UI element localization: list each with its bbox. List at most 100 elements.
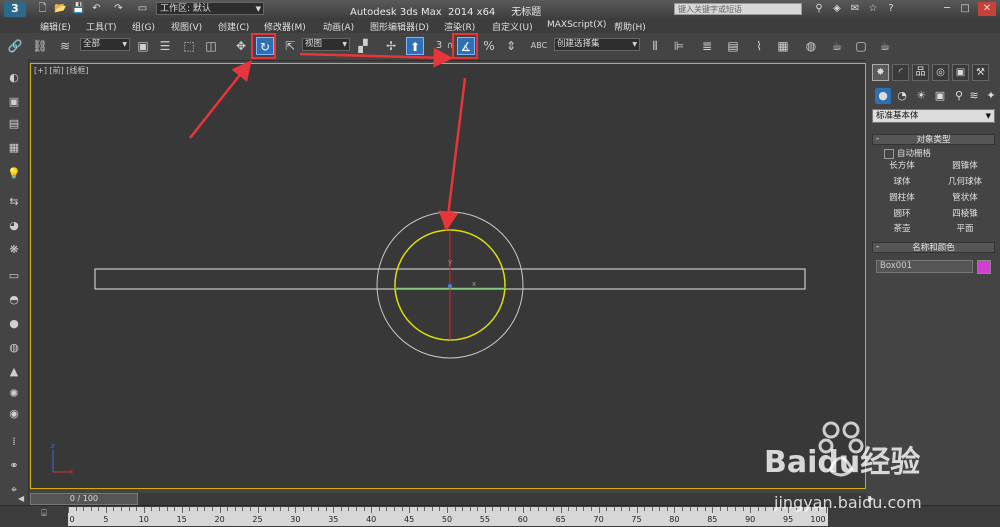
tube-button[interactable]: 管状体 <box>935 192 995 204</box>
ruler-tick <box>75 507 77 511</box>
geosphere-button[interactable]: 几何球体 <box>935 176 995 188</box>
autogrid-label: 自动栅格 <box>897 149 932 159</box>
ruler-label: 85 <box>707 515 718 524</box>
ruler-tick <box>310 507 312 511</box>
ruler-tick <box>606 507 608 511</box>
ruler-tick <box>492 507 494 511</box>
arrow-to-angle-snap <box>299 47 454 68</box>
cameras-icon[interactable]: ▣ <box>932 88 948 104</box>
ruler-label: 10 <box>138 515 149 524</box>
ruler-tick <box>424 507 426 511</box>
ruler-tick <box>500 507 502 511</box>
object-color-swatch[interactable] <box>977 260 991 274</box>
ruler-tick <box>522 507 524 513</box>
ruler-tick <box>757 507 759 511</box>
ruler-tick <box>674 507 676 513</box>
ruler-tick <box>105 507 107 513</box>
ruler-tick <box>204 507 206 511</box>
object-name-field[interactable]: Box001 <box>876 260 973 273</box>
ruler-tick <box>272 507 274 511</box>
ruler-tick <box>121 507 123 511</box>
plane-button[interactable]: 平面 <box>935 223 995 235</box>
name-and-color-rollout[interactable]: - 名称和颜色 <box>872 242 995 253</box>
ruler-tick <box>151 507 153 511</box>
ruler-label: 75 <box>631 515 642 524</box>
sphere-button[interactable]: 球体 <box>872 176 932 188</box>
ruler-tick <box>644 507 646 511</box>
cylinder-button[interactable]: 圆柱体 <box>872 192 932 204</box>
helpers-icon[interactable]: ⚲ <box>951 88 967 104</box>
ruler-tick <box>393 507 395 511</box>
motion-tab-icon[interactable]: ◎ <box>932 64 949 81</box>
track-ruler[interactable]: 0 5 10 15 20 25 30 35 40 45 50 55 60 65 70 75 80 85 90 95 10… <box>68 507 828 526</box>
ruler-label: 90 <box>745 515 756 524</box>
ruler-tick <box>333 507 335 513</box>
ruler-tick <box>568 507 570 511</box>
ruler-tick <box>742 507 744 511</box>
hierarchy-tab-icon[interactable]: 品 <box>912 64 929 81</box>
ruler-tick <box>136 507 138 511</box>
ruler-tick <box>636 507 638 513</box>
ruler-tick <box>431 507 433 511</box>
modify-tab-icon[interactable]: ◜ <box>892 64 909 81</box>
watermark-url: jingyan.baidu.com <box>773 493 922 512</box>
cone-button[interactable]: 圆锥体 <box>935 160 995 172</box>
ruler-tick <box>158 507 160 511</box>
ruler-tick <box>325 507 327 511</box>
time-slider-track[interactable] <box>30 493 866 505</box>
slider-prev-icon[interactable]: ◀ <box>18 494 24 503</box>
object-type-rollout[interactable]: - 对象类型 <box>872 134 995 145</box>
ruler-label: 20 <box>214 515 225 524</box>
shapes-icon[interactable]: ◔ <box>894 88 910 104</box>
box-button[interactable]: 长方体 <box>872 160 932 172</box>
lights-icon[interactable]: ☀ <box>913 88 929 104</box>
ruler-tick <box>416 507 418 511</box>
ruler-label: 5 <box>103 515 109 524</box>
ruler-tick <box>340 507 342 511</box>
ruler-tick <box>356 507 358 511</box>
display-tab-icon[interactable]: ▣ <box>952 64 969 81</box>
torus-button[interactable]: 圆环 <box>872 208 932 220</box>
ruler-tick <box>68 507 69 513</box>
ruler-tick <box>553 507 555 511</box>
ruler-label: 70 <box>593 515 604 524</box>
mini-curve-editor-icon[interactable]: ⌸ <box>36 509 52 521</box>
ruler-tick <box>727 507 729 511</box>
ruler-tick <box>591 507 593 511</box>
ruler-label: 65 <box>555 515 566 524</box>
ruler-tick <box>249 507 251 511</box>
ruler-tick <box>401 507 403 511</box>
ruler-tick <box>651 507 653 511</box>
ruler-tick <box>712 507 714 513</box>
geometry-icon[interactable]: ● <box>875 88 891 104</box>
category-dropdown[interactable]: 标准基本体 ▼ <box>872 109 995 123</box>
teapot-button[interactable]: 茶壶 <box>872 223 932 235</box>
ruler-tick <box>697 507 699 511</box>
ruler-tick <box>295 507 297 513</box>
ruler-tick <box>348 507 350 511</box>
category-value: 标准基本体 <box>876 111 919 121</box>
ruler-tick <box>666 507 668 511</box>
ruler-tick <box>750 507 752 513</box>
pyramid-button[interactable]: 四棱锥 <box>935 208 995 220</box>
ruler-label: 0 <box>69 515 75 524</box>
systems-icon[interactable]: ✦ <box>983 88 999 104</box>
autogrid-checkbox[interactable]: 自动栅格 <box>884 147 931 159</box>
ruler-label: 50 <box>441 515 453 524</box>
ruler-label: 60 <box>517 515 528 524</box>
utilities-tab-icon[interactable]: ⚒ <box>972 64 989 81</box>
ruler-label: 80 <box>669 515 680 524</box>
space-warps-icon[interactable]: ≋ <box>966 88 982 104</box>
name-and-color-title: 名称和颜色 <box>912 243 955 253</box>
ruler-tick <box>735 507 737 511</box>
ruler-tick <box>659 507 661 511</box>
ruler-tick <box>265 507 267 511</box>
time-slider-thumb[interactable]: 0 / 100 <box>30 493 138 505</box>
ruler-tick <box>621 507 623 511</box>
ruler-tick <box>143 507 145 513</box>
ruler-tick <box>515 507 517 511</box>
ruler-tick <box>378 507 380 511</box>
ruler-tick <box>90 507 92 511</box>
ruler-tick <box>681 507 683 511</box>
create-tab-icon[interactable]: ✸ <box>872 64 889 81</box>
